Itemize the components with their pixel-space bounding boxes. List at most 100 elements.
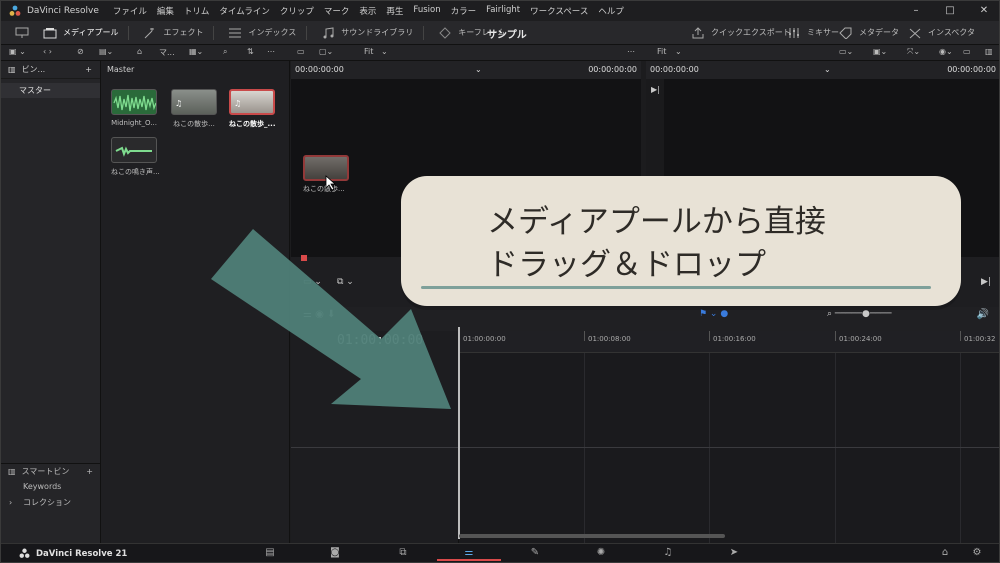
menu-workspace[interactable]: ワークスペース: [530, 5, 588, 17]
viewer-fullscreen-icon[interactable]: ▭: [963, 47, 971, 56]
search-icon[interactable]: ⌕: [223, 47, 227, 57]
viewer-mode-icon[interactable]: ▢⌄: [319, 47, 333, 56]
timeline-scrollbar[interactable]: [459, 534, 725, 538]
gear-icon[interactable]: ⚙: [967, 547, 987, 561]
chevron-down-icon[interactable]: ⌄: [824, 65, 831, 74]
grid-view-icon[interactable]: ▦⌄: [189, 47, 203, 56]
image-icon[interactable]: ▭: [297, 47, 305, 56]
brand: DaVinci Resolve 21: [19, 548, 127, 559]
media-clip[interactable]: ♫ ねこの散歩...: [171, 89, 217, 129]
color-page-icon[interactable]: ✺: [591, 547, 611, 561]
nav-back-icon[interactable]: ‹ ›: [43, 47, 52, 56]
pool-dropdown[interactable]: マ...: [159, 47, 175, 58]
index-button[interactable]: インデックス: [228, 27, 296, 39]
flag-icon[interactable]: ⚑ ⌄ ●: [699, 309, 728, 319]
inspector-label: インスペクタ: [928, 28, 975, 37]
panel-layout-icon[interactable]: ▥: [985, 47, 993, 56]
bin-item-master[interactable]: マスター: [1, 83, 100, 98]
menu-view[interactable]: 表示: [359, 5, 376, 17]
speaker-icon[interactable]: 🔊: [977, 309, 989, 320]
toggle-panel-icon[interactable]: ▣ ⌄: [9, 47, 26, 56]
program-timecode-right: 00:00:00:00: [947, 65, 996, 74]
menu-clip[interactable]: クリップ: [280, 5, 314, 17]
sort-order-icon[interactable]: ⇅: [247, 47, 254, 56]
collections-label: コレクション: [23, 498, 71, 507]
zoom-slider[interactable]: ⌕ ─────●────: [827, 309, 892, 319]
interface-toolbar: メディアプール エフェクト インデックス サウンドライブラリ キーフレーム サン…: [1, 21, 999, 45]
media-pool-button[interactable]: メディアプール: [43, 27, 118, 39]
color-icon[interactable]: ◉⌄: [939, 47, 953, 56]
metadata-label: メタデータ: [859, 28, 899, 37]
timeline-tracks[interactable]: [459, 331, 999, 543]
chevron-down-icon[interactable]: ⌄: [381, 47, 388, 56]
page-navigation-bar: DaVinci Resolve 21 ▤ ◙ ⧉ ⚌ ✎ ✺ ♫ ➤ ⌂ ⚙: [1, 543, 999, 562]
smart-bin-collections[interactable]: › コレクション: [1, 495, 101, 511]
skip-end-icon[interactable]: ▶|: [981, 277, 991, 287]
timeline-page-icon[interactable]: ⚌: [437, 547, 501, 561]
transform-icon[interactable]: ⤧⌄: [907, 47, 920, 57]
add-smart-bin-button[interactable]: +: [86, 464, 93, 479]
more-icon[interactable]: ⋯: [267, 47, 275, 56]
track-divider: [291, 447, 999, 448]
next-frame-icon[interactable]: ▶|: [651, 85, 660, 94]
maximize-button[interactable]: □: [933, 1, 967, 21]
menu-mark[interactable]: マーク: [324, 5, 350, 17]
clip-name: ねこの鳴き声...: [111, 168, 160, 176]
cut-page-icon[interactable]: ◙: [325, 547, 345, 561]
smart-bin-keywords[interactable]: Keywords: [1, 479, 101, 495]
clip-name: ねこの散歩_...: [229, 120, 276, 128]
effects-button[interactable]: エフェクト: [143, 27, 203, 39]
chevron-right-icon: ›: [9, 498, 13, 507]
more-icon[interactable]: ⋯: [627, 47, 635, 56]
music-note-icon: ♫: [234, 99, 242, 108]
menu-fairlight[interactable]: Fairlight: [486, 5, 520, 17]
program-timecode-left: 00:00:00:00: [650, 65, 699, 74]
grid-line: [835, 353, 836, 543]
chevron-down-icon[interactable]: ⌄: [675, 47, 682, 56]
bin-header: ▥ ビン... +: [1, 61, 100, 79]
menu-edit[interactable]: 編集: [157, 5, 174, 17]
menu-color[interactable]: カラー: [451, 5, 477, 17]
fit-zoom-right[interactable]: Fit: [657, 47, 666, 56]
menu-file[interactable]: ファイル: [113, 5, 147, 17]
callout-line-2: ドラッグ＆ドロップ: [487, 247, 766, 283]
inspector-button[interactable]: インスペクタ: [908, 27, 975, 39]
overlay-icon[interactable]: ▣⌄: [873, 47, 887, 56]
chevron-down-icon[interactable]: ⌄: [475, 65, 482, 74]
add-bin-button[interactable]: +: [85, 65, 92, 74]
timeline-ruler[interactable]: 01:00:00:00 01:00:08:00 01:00:16:00 01:0…: [459, 331, 999, 353]
ruler-label: 01:00:16:00: [713, 335, 756, 343]
menu-playback[interactable]: 再生: [386, 5, 403, 17]
close-button[interactable]: ✕: [967, 1, 999, 21]
menu-fusion[interactable]: Fusion: [413, 5, 440, 17]
home-icon[interactable]: ⌂: [935, 547, 955, 561]
minimize-button[interactable]: –: [899, 1, 933, 21]
bin-list-panel: ▥ ビン... + マスター ▥ スマートビン + Keywords › コレク…: [1, 61, 101, 543]
monitor-layout-button[interactable]: [15, 27, 29, 39]
view-mode-icon[interactable]: ▤⌄: [99, 47, 113, 56]
edit-page-icon[interactable]: ⧉: [393, 547, 413, 561]
fit-zoom-left[interactable]: Fit: [364, 47, 373, 56]
menu-trim[interactable]: トリム: [184, 5, 210, 17]
title-bar: DaVinci Resolve ファイル 編集 トリム タイムライン クリップ …: [1, 1, 999, 21]
ruler-label: 01:00:08:00: [588, 335, 631, 343]
sound-library-button[interactable]: サウンドライブラリ: [321, 26, 413, 39]
link-icon[interactable]: ⊘: [77, 47, 84, 56]
media-clip-selected[interactable]: ♫ ねこの散歩_...: [229, 89, 275, 129]
deliver-page-icon[interactable]: ➤: [724, 547, 744, 561]
source-timecode-left: 00:00:00:00: [295, 65, 344, 74]
media-clip[interactable]: Midnight_O...: [111, 89, 157, 127]
safe-area-icon[interactable]: ▭⌄: [839, 47, 853, 56]
menu-help[interactable]: ヘルプ: [598, 5, 624, 17]
media-clip[interactable]: ねこの鳴き声...: [111, 137, 160, 177]
fusion-page-icon[interactable]: ✎: [525, 547, 545, 561]
mixer-button[interactable]: ミキサー: [787, 27, 839, 39]
quick-export-button[interactable]: クイックエクスポート: [691, 26, 791, 39]
menu-timeline[interactable]: タイムライン: [219, 5, 269, 17]
clip-name: ねこの散歩...: [173, 120, 215, 128]
audio-waveform-thumbnail: [111, 137, 157, 163]
sort-icon[interactable]: ⌂: [137, 47, 142, 56]
metadata-button[interactable]: メタデータ: [839, 27, 899, 39]
fairlight-page-icon[interactable]: ♫: [658, 547, 678, 561]
media-page-icon[interactable]: ▤: [260, 547, 280, 561]
